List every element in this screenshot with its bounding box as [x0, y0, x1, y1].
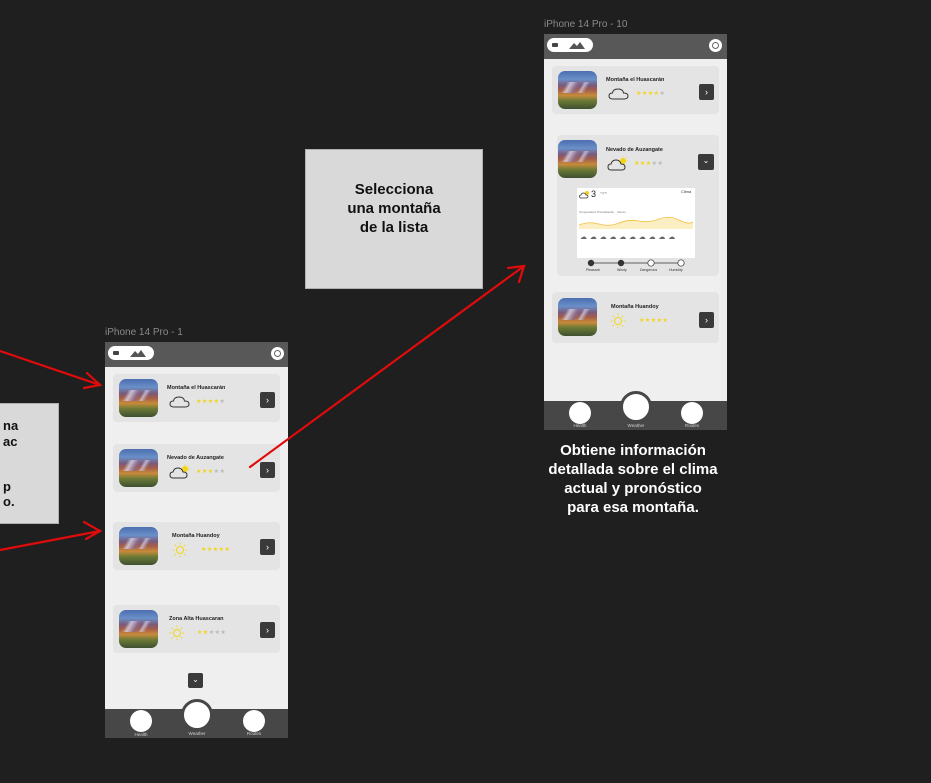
arrow-to-right-phone [248, 264, 526, 469]
arrow-to-card-1 [0, 349, 102, 387]
flow-arrows [0, 264, 526, 552]
arrow-to-card-3 [0, 529, 102, 552]
arrow-head [82, 520, 103, 541]
